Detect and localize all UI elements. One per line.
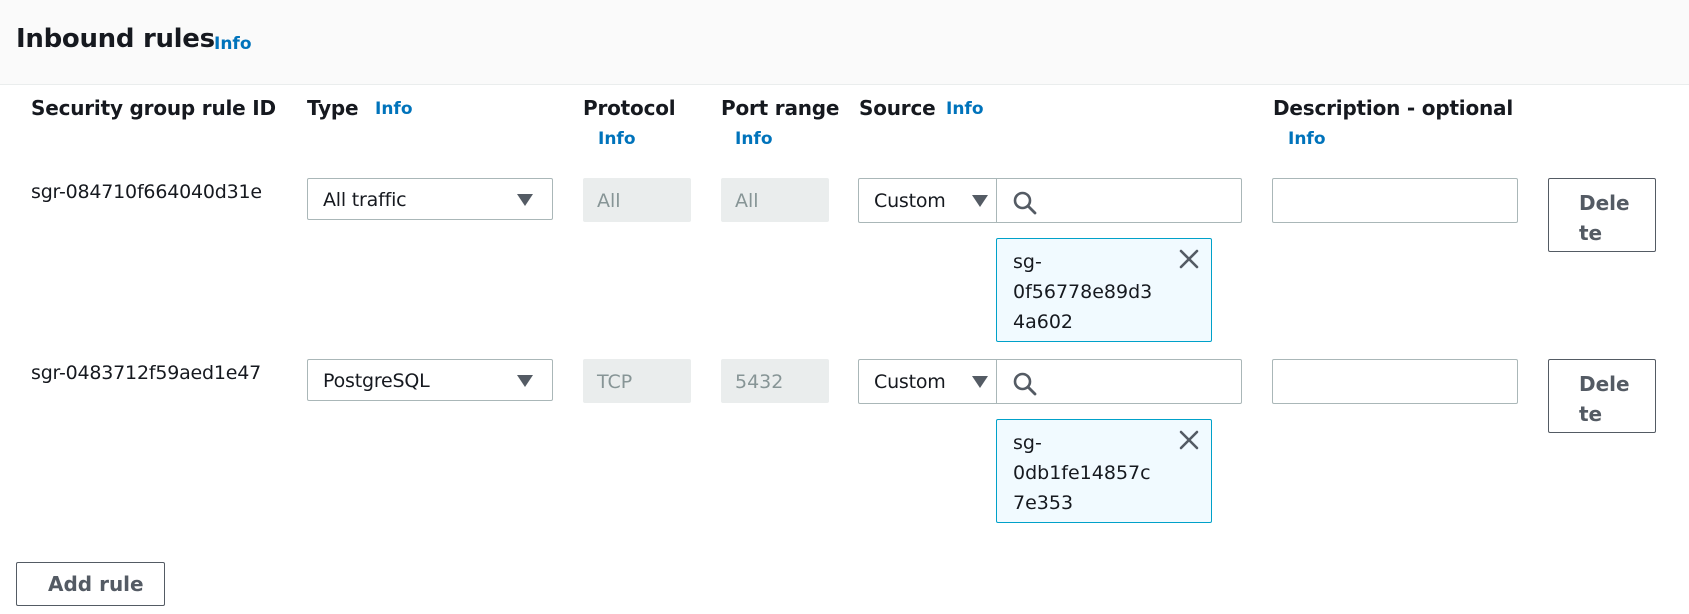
- type-info-link[interactable]: Info: [375, 99, 413, 119]
- type-select-value: PostgreSQL: [323, 370, 430, 392]
- protocol-field: TCP: [583, 359, 691, 403]
- type-select[interactable]: All traffic: [307, 178, 553, 220]
- protocol-info-link[interactable]: Info: [598, 129, 636, 149]
- port-range-info-link[interactable]: Info: [735, 129, 773, 149]
- token-line: 0db1fe14857c: [1013, 462, 1151, 484]
- token-line: sg-: [1013, 432, 1042, 454]
- delete-label: Dele: [1579, 372, 1630, 396]
- delete-label: te: [1579, 402, 1603, 426]
- rule-id: sgr-084710f664040d31e: [31, 181, 262, 203]
- type-select-value: All traffic: [323, 189, 407, 211]
- caret-down-icon: [972, 195, 988, 207]
- search-icon: [1013, 191, 1037, 215]
- description-info-link[interactable]: Info: [1288, 129, 1326, 149]
- rule-id: sgr-0483712f59aed1e47: [31, 362, 262, 384]
- column-header-port-range: Port range: [721, 96, 840, 120]
- delete-button[interactable]: Dele te: [1548, 359, 1656, 433]
- source-type-select[interactable]: Custom: [858, 359, 997, 404]
- add-rule-button[interactable]: Add rule: [16, 562, 165, 606]
- source-search-input[interactable]: [996, 178, 1242, 223]
- port-range-field: All: [721, 178, 829, 222]
- section-header: Inbound rules Info: [0, 0, 1689, 85]
- title-info-link[interactable]: Info: [214, 34, 252, 54]
- caret-down-icon: [972, 376, 988, 388]
- caret-down-icon: [517, 375, 533, 387]
- token-line: 7e353: [1013, 492, 1074, 514]
- description-input[interactable]: [1272, 178, 1518, 223]
- protocol-field: All: [583, 178, 691, 222]
- source-type-value: Custom: [874, 190, 946, 212]
- token-line: 4a602: [1013, 311, 1073, 333]
- source-token: sg- 0f56778e89d3 4a602: [996, 238, 1212, 342]
- port-range-field: 5432: [721, 359, 829, 403]
- page-title: Inbound rules: [16, 24, 215, 54]
- port-range-value: 5432: [735, 371, 784, 393]
- delete-button[interactable]: Dele te: [1548, 178, 1656, 252]
- token-line: sg-: [1013, 251, 1042, 273]
- source-info-link[interactable]: Info: [946, 99, 984, 119]
- column-header-rule-id: Security group rule ID: [31, 96, 276, 120]
- source-token: sg- 0db1fe14857c 7e353: [996, 419, 1212, 523]
- add-rule-label: Add rule: [48, 572, 144, 596]
- delete-label: Dele: [1579, 191, 1630, 215]
- close-icon[interactable]: [1178, 429, 1200, 451]
- protocol-value: TCP: [597, 371, 633, 393]
- source-type-select[interactable]: Custom: [858, 178, 997, 223]
- search-icon: [1013, 372, 1037, 396]
- description-input[interactable]: [1272, 359, 1518, 404]
- type-select[interactable]: PostgreSQL: [307, 359, 553, 401]
- protocol-value: All: [597, 190, 621, 212]
- column-header-type: Type: [307, 96, 359, 120]
- source-token-text: sg- 0db1fe14857c 7e353: [1013, 428, 1151, 518]
- close-icon[interactable]: [1178, 248, 1200, 270]
- source-token-text: sg- 0f56778e89d3 4a602: [1013, 247, 1152, 337]
- column-header-description: Description - optional: [1273, 96, 1513, 120]
- source-type-value: Custom: [874, 371, 946, 393]
- column-header-source: Source: [859, 96, 936, 120]
- delete-label: te: [1579, 221, 1603, 245]
- caret-down-icon: [517, 194, 533, 206]
- token-line: 0f56778e89d3: [1013, 281, 1153, 303]
- column-header-protocol: Protocol: [583, 96, 676, 120]
- port-range-value: All: [735, 190, 759, 212]
- source-search-input[interactable]: [996, 359, 1242, 404]
